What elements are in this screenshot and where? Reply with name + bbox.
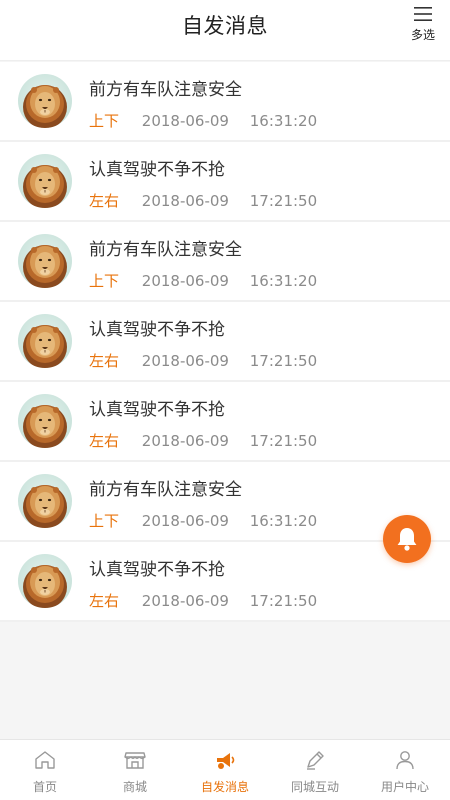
tab-horn[interactable]: 自发消息 [180, 740, 270, 800]
message-date: 2018-06-09 [141, 192, 229, 210]
lion-avatar [18, 234, 72, 288]
tab-pen[interactable]: 同城互动 [270, 740, 360, 800]
store-icon [124, 752, 146, 769]
message-direction: 上下 [89, 512, 120, 530]
multi-select-button[interactable]: 多选 [408, 6, 438, 43]
message-direction: 左右 [89, 592, 120, 610]
message-item[interactable]: 前方有车队注意安全 上下 2018-06-09 16:31:20 [0, 222, 450, 302]
lion-avatar-image [23, 85, 67, 128]
message-time: 17:21:50 [249, 432, 318, 450]
tab-label: 商城 [122, 780, 147, 794]
message-title: 认真驾驶不争不抢 [89, 560, 225, 580]
message-title: 前方有车队注意安全 [89, 240, 242, 260]
lion-avatar [18, 74, 72, 128]
message-date: 2018-06-09 [141, 592, 229, 610]
message-meta: 上下 2018-06-09 16:31:20 [89, 270, 317, 291]
tab-label: 同城互动 [290, 780, 339, 794]
header-bar: 自发消息 多选 [0, 0, 450, 61]
message-item[interactable]: 前方有车队注意安全 上下 2018-06-09 16:31:20 [0, 62, 450, 142]
lion-avatar-image [23, 325, 67, 368]
message-meta: 左右 2018-06-09 17:21:50 [89, 350, 317, 371]
message-time: 17:21:50 [249, 592, 318, 610]
message-item[interactable]: 前方有车队注意安全 上下 2018-06-09 16:31:20 [0, 462, 450, 542]
message-time: 16:31:20 [249, 112, 318, 130]
bottom-tab-bar: 首页 商城 自发消息 同城互动 用户中心 [0, 739, 450, 800]
message-direction: 上下 [89, 112, 120, 130]
lion-avatar-image [23, 245, 67, 288]
message-meta: 上下 2018-06-09 16:31:20 [89, 110, 317, 131]
page: 自发消息 多选 前方有车队注意安全 上下 2018-06-09 16:31:20… [0, 0, 450, 800]
message-direction: 上下 [89, 272, 120, 290]
horn-icon [217, 753, 235, 769]
message-item[interactable]: 认真驾驶不争不抢 左右 2018-06-09 17:21:50 [0, 302, 450, 382]
tab-user[interactable]: 用户中心 [360, 740, 450, 800]
message-direction: 左右 [89, 192, 120, 210]
menu-icon [414, 7, 432, 21]
lion-avatar [18, 474, 72, 528]
pen-icon [307, 751, 324, 770]
page-title: 自发消息 [182, 14, 268, 38]
message-date: 2018-06-09 [141, 512, 229, 530]
message-date: 2018-06-09 [141, 432, 229, 450]
message-title: 前方有车队注意安全 [89, 480, 242, 500]
message-title: 认真驾驶不争不抢 [89, 160, 225, 180]
message-date: 2018-06-09 [141, 112, 229, 130]
message-meta: 左右 2018-06-09 17:21:50 [89, 590, 317, 611]
message-date: 2018-06-09 [141, 272, 229, 290]
message-time: 17:21:50 [249, 352, 318, 370]
message-title: 认真驾驶不争不抢 [89, 320, 225, 340]
lion-avatar-image [23, 405, 67, 448]
lion-avatar [18, 394, 72, 448]
lion-avatar-image [23, 165, 67, 208]
tab-home[interactable]: 首页 [0, 740, 90, 800]
message-meta: 上下 2018-06-09 16:31:20 [89, 510, 317, 531]
message-title: 前方有车队注意安全 [89, 80, 242, 100]
multi-select-label: 多选 [410, 28, 435, 42]
tab-store[interactable]: 商城 [90, 740, 180, 800]
message-date: 2018-06-09 [141, 352, 229, 370]
bell-icon [397, 528, 417, 551]
message-item[interactable]: 认真驾驶不争不抢 左右 2018-06-09 17:21:50 [0, 542, 450, 622]
tab-label: 用户中心 [380, 780, 429, 794]
message-time: 16:31:20 [249, 512, 318, 530]
lion-avatar [18, 154, 72, 208]
message-item[interactable]: 认真驾驶不争不抢 左右 2018-06-09 17:21:50 [0, 382, 450, 462]
user-icon [396, 751, 414, 770]
tab-label: 自发消息 [200, 780, 249, 794]
bell-button[interactable] [383, 515, 431, 563]
message-meta: 左右 2018-06-09 17:21:50 [89, 190, 317, 211]
message-direction: 左右 [89, 432, 120, 450]
home-icon [35, 751, 55, 769]
message-meta: 左右 2018-06-09 17:21:50 [89, 430, 317, 451]
tab-label: 首页 [32, 780, 57, 794]
message-item[interactable]: 认真驾驶不争不抢 左右 2018-06-09 17:21:50 [0, 142, 450, 222]
lion-avatar-image [23, 485, 67, 528]
message-time: 16:31:20 [249, 272, 318, 290]
message-title: 认真驾驶不争不抢 [89, 400, 225, 420]
message-time: 17:21:50 [249, 192, 318, 210]
lion-avatar [18, 554, 72, 608]
message-direction: 左右 [89, 352, 120, 370]
lion-avatar-image [23, 565, 67, 608]
lion-avatar [18, 314, 72, 368]
